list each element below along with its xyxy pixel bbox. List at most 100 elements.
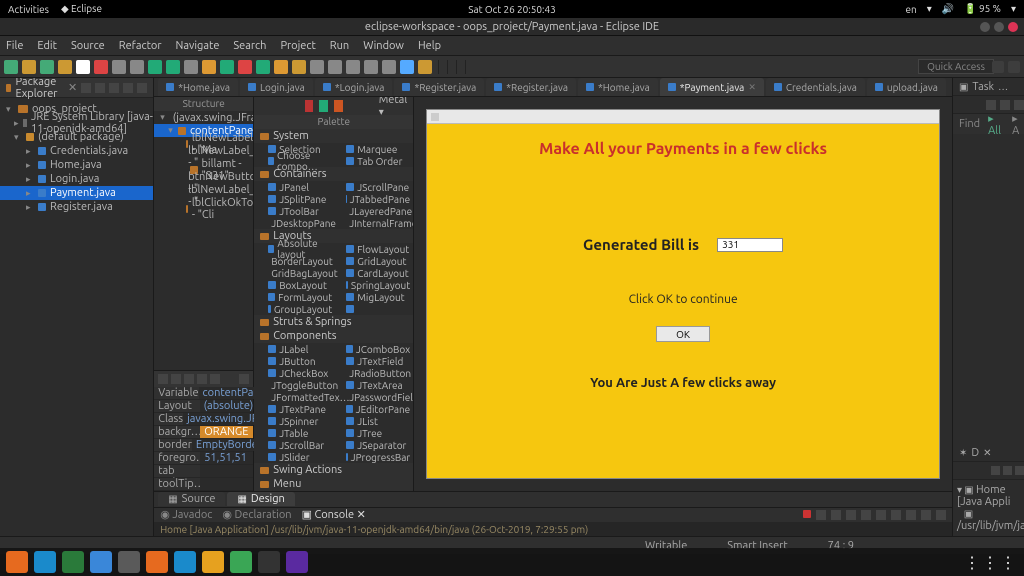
apps-grid-icon[interactable]: ⋮⋮⋮ (964, 553, 1018, 572)
palette-item[interactable]: GroupLayout (254, 303, 332, 315)
palette-item[interactable]: JTextField (332, 355, 410, 367)
tool-icon[interactable] (349, 100, 358, 112)
palette-item[interactable]: JScrollBar (254, 439, 332, 451)
toolbar-icon[interactable] (112, 60, 126, 74)
palette-item[interactable]: GridBagLayout (254, 267, 332, 279)
palette-item[interactable]: Tab Order (332, 155, 410, 167)
palette-item[interactable]: FormLayout (254, 291, 332, 303)
ok-button[interactable]: OK (656, 326, 710, 342)
property-row[interactable]: Layout(absolute) (154, 400, 253, 413)
toolbar-icon[interactable] (292, 60, 306, 74)
palette-item[interactable]: Marquee (332, 143, 410, 155)
perspective-other-icon[interactable] (1008, 61, 1020, 73)
battery-icon[interactable]: 🔋 95 % (964, 3, 1001, 15)
find-bar[interactable]: Find▸ All▸ A (953, 114, 1024, 134)
mini-icon[interactable] (1015, 466, 1024, 475)
palette-item[interactable]: JLayeredPane (332, 205, 410, 217)
task-view[interactable]: ▣ Task … (953, 78, 1024, 96)
menu-source[interactable]: Source (71, 40, 105, 52)
palette-item[interactable]: JRadioButton (332, 367, 410, 379)
toolbar-icon[interactable] (418, 60, 432, 74)
palette-item[interactable]: MigLayout (332, 291, 410, 303)
palette-item[interactable]: JToggleButton (254, 379, 332, 391)
palette-item[interactable]: JSpinner (254, 415, 332, 427)
editor-tab[interactable]: Login.java (240, 78, 313, 96)
volume-icon[interactable]: 🔊 (942, 3, 954, 15)
toolbar-icon[interactable] (184, 60, 198, 74)
property-row[interactable]: foregro…51,51,51 (154, 452, 253, 465)
palette-group[interactable]: Components (254, 329, 413, 343)
palette-item[interactable]: CardLayout (332, 267, 410, 279)
collapse-icon[interactable] (81, 83, 91, 93)
perspective-java-icon[interactable] (992, 61, 1004, 73)
property-row[interactable]: Classjavax.swing.JP… (154, 413, 253, 426)
palette-item[interactable]: JScrollPane (332, 181, 410, 193)
dock-app-icon[interactable] (286, 551, 308, 573)
palette-item[interactable]: JTree (332, 427, 410, 439)
toolbar-icon[interactable] (22, 60, 36, 74)
toolbar-icon[interactable] (40, 60, 54, 74)
design-canvas[interactable]: Make All your Payments in a few clicks G… (414, 97, 952, 491)
tab-console[interactable]: ▣ Console ✕ (302, 508, 366, 521)
toolbar-icon[interactable] (274, 60, 288, 74)
open-console-icon[interactable] (906, 510, 916, 520)
minimize-button[interactable] (980, 22, 990, 32)
prop-icon[interactable] (171, 374, 181, 384)
tab-declaration[interactable]: ◉ Declaration (222, 508, 291, 521)
palette-item[interactable]: JSlider (254, 451, 332, 463)
pin-icon[interactable] (876, 510, 886, 520)
link-icon[interactable] (95, 83, 105, 93)
palette-item[interactable]: SpringLayout (332, 279, 410, 291)
tab-javadoc[interactable]: ◉ Javadoc (160, 508, 212, 521)
toolbar-icon[interactable] (130, 60, 144, 74)
property-row[interactable]: tab order (154, 465, 253, 478)
palette-group[interactable]: Swing Actions (254, 463, 413, 477)
palette-item[interactable]: JList (332, 415, 410, 427)
palette-item[interactable]: FlowLayout (332, 243, 410, 255)
network-icon[interactable]: ▾ (927, 3, 932, 15)
copy-icon[interactable] (319, 100, 328, 112)
property-row[interactable]: VariablecontentPane (154, 387, 253, 400)
toolbar-icon[interactable] (166, 60, 180, 74)
toolbar-icon[interactable] (238, 60, 252, 74)
palette-item[interactable]: JToolBar (254, 205, 332, 217)
editor-tab[interactable]: *Register.java (486, 78, 576, 96)
scroll-icon[interactable] (861, 510, 871, 520)
mini-icon[interactable] (991, 466, 1000, 475)
palette-item[interactable]: JPanel (254, 181, 332, 193)
toolbar-icon[interactable] (400, 60, 414, 74)
mini-icon[interactable] (1000, 100, 1010, 110)
quick-access[interactable]: Quick Access (918, 59, 994, 74)
menu-icon[interactable] (109, 83, 119, 93)
palette-item[interactable]: JLabel (254, 343, 332, 355)
tree-item[interactable]: ▸Payment.java (0, 186, 153, 200)
palette-item[interactable]: Absolute layout (254, 243, 332, 255)
menu-edit[interactable]: Edit (37, 40, 57, 52)
dock-app-icon[interactable] (146, 551, 168, 573)
structure-item[interactable]: ▾(javax.swing.JFrame) (154, 111, 253, 124)
editor-tab[interactable]: *Home.java (578, 78, 658, 96)
palette-item[interactable]: JTabbedPane (332, 193, 410, 205)
dock-app-icon[interactable] (174, 551, 196, 573)
palette-item[interactable]: JTextArea (332, 379, 410, 391)
tree-item[interactable]: ▸Login.java (0, 172, 153, 186)
remove-icon[interactable] (816, 510, 826, 520)
palette-item[interactable]: BoxLayout (254, 279, 332, 291)
palette-item[interactable]: JCheckBox (254, 367, 332, 379)
menu-navigate[interactable]: Navigate (176, 40, 220, 52)
dock-app-icon[interactable] (62, 551, 84, 573)
toolbar-icon[interactable] (256, 60, 270, 74)
dock-app-icon[interactable] (6, 551, 28, 573)
toolbar-icon[interactable] (94, 60, 108, 74)
cut-icon[interactable] (305, 100, 314, 112)
palette-item[interactable]: JEditorPane (332, 403, 410, 415)
toolbar-icon[interactable] (220, 60, 234, 74)
palette-item[interactable]: JTextPane (254, 403, 332, 415)
bill-field[interactable] (717, 238, 783, 252)
tool-icon[interactable] (290, 100, 299, 112)
close-icon[interactable]: ✕ (748, 82, 756, 93)
goto-icon[interactable] (239, 374, 249, 384)
toolbar-icon[interactable] (382, 60, 396, 74)
close-icon[interactable]: ✕ (68, 81, 77, 94)
property-row[interactable]: toolTip… (154, 478, 253, 491)
